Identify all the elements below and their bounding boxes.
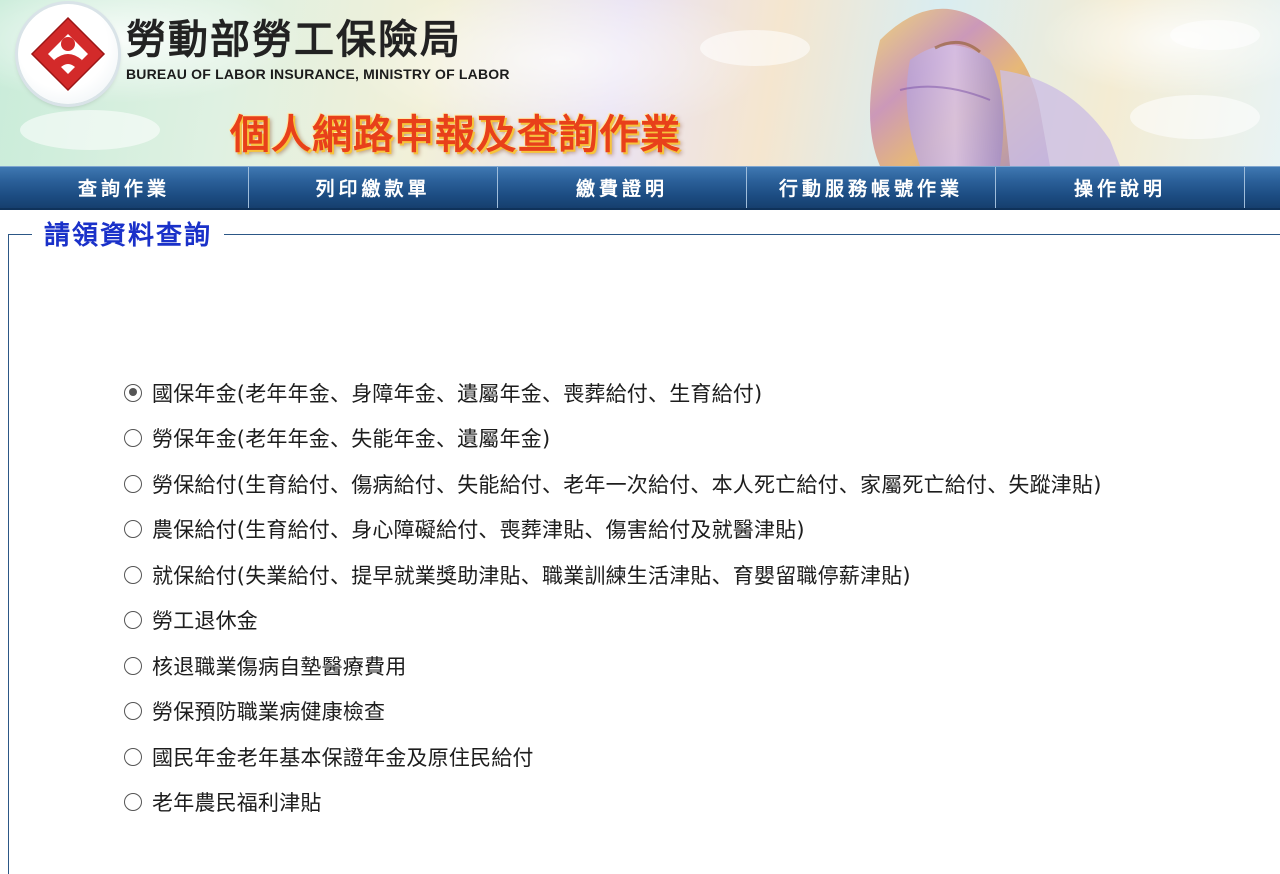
header-banner: 勞動部勞工保險局 BUREAU OF LABOR INSURANCE, MINI… (0, 0, 1280, 166)
nav-instructions[interactable]: 操作說明 (996, 167, 1245, 208)
radio-button[interactable] (124, 383, 142, 402)
agency-name-en: BUREAU OF LABOR INSURANCE, MINISTRY OF L… (126, 66, 510, 82)
option-labor-insurance-benefits[interactable]: 勞保給付(生育給付、傷病給付、失能給付、老年一次給付、本人死亡給付、家屬死亡給付… (124, 461, 1102, 507)
option-label: 勞工退休金 (152, 609, 258, 634)
option-national-pension[interactable]: 國保年金(老年年金、身障年金、遺屬年金、喪葬給付、生育給付) (124, 370, 1102, 416)
option-label: 勞保給付(生育給付、傷病給付、失能給付、老年一次給付、本人死亡給付、家屬死亡給付… (152, 472, 1102, 497)
option-label: 國保年金(老年年金、身障年金、遺屬年金、喪葬給付、生育給付) (152, 381, 763, 406)
option-employment-insurance-benefits[interactable]: 就保給付(失業給付、提早就業獎助津貼、職業訓練生活津貼、育嬰留職停薪津貼) (124, 552, 1102, 598)
cloud-decoration (700, 30, 810, 66)
radio-button[interactable] (124, 474, 142, 493)
option-label: 核退職業傷病自墊醫療費用 (152, 654, 407, 679)
cloud-decoration (1170, 20, 1260, 50)
option-label: 勞保預防職業病健康檢查 (152, 700, 386, 725)
option-label: 農保給付(生育給付、身心障礙給付、喪葬津貼、傷害給付及就醫津貼) (152, 518, 805, 543)
cloud-decoration (1130, 95, 1260, 139)
radio-button[interactable] (124, 702, 142, 721)
agency-name: 勞動部勞工保險局 (126, 16, 462, 63)
benefit-type-options: 國保年金(老年年金、身障年金、遺屬年金、喪葬給付、生育給付) 勞保年金(老年年金… (124, 370, 1102, 825)
farmer-photo-decoration (870, 8, 1120, 166)
radio-button[interactable] (124, 520, 142, 539)
option-occupational-health-check[interactable]: 勞保預防職業病健康檢查 (124, 689, 1102, 735)
system-title: 個人網路申報及查詢作業 (230, 111, 681, 158)
radio-button[interactable] (124, 747, 142, 766)
nav-print-bill[interactable]: 列印繳款單 (249, 167, 498, 208)
radio-button[interactable] (124, 656, 142, 675)
option-label: 老年農民福利津貼 (152, 791, 322, 816)
option-labor-pension-annuity[interactable]: 勞保年金(老年年金、失能年金、遺屬年金) (124, 416, 1102, 462)
nav-query[interactable]: 查詢作業 (0, 167, 249, 208)
radio-button[interactable] (124, 565, 142, 584)
radio-button[interactable] (124, 793, 142, 812)
bli-logo-icon[interactable] (18, 4, 118, 104)
main-nav: 查詢作業 列印繳款單 繳費證明 行動服務帳號作業 操作說明 (0, 166, 1280, 210)
option-farmer-insurance-benefits[interactable]: 農保給付(生育給付、身心障礙給付、喪葬津貼、傷害給付及就醫津貼) (124, 507, 1102, 553)
option-elderly-farmer-allowance[interactable]: 老年農民福利津貼 (124, 780, 1102, 826)
option-label: 就保給付(失業給付、提早就業獎助津貼、職業訓練生活津貼、育嬰留職停薪津貼) (152, 563, 911, 588)
radio-button[interactable] (124, 611, 142, 630)
nav-filler (1245, 167, 1280, 208)
nav-mobile-account[interactable]: 行動服務帳號作業 (747, 167, 996, 208)
option-basic-guarantee-pension[interactable]: 國民年金老年基本保證年金及原住民給付 (124, 734, 1102, 780)
cloud-decoration (20, 110, 160, 150)
option-label: 國民年金老年基本保證年金及原住民給付 (152, 745, 534, 770)
option-label: 勞保年金(老年年金、失能年金、遺屬年金) (152, 427, 551, 452)
radio-button[interactable] (124, 429, 142, 448)
option-labor-retirement[interactable]: 勞工退休金 (124, 598, 1102, 644)
panel-legend: 請領資料查詢 (32, 216, 225, 256)
option-occupational-medical-refund[interactable]: 核退職業傷病自墊醫療費用 (124, 643, 1102, 689)
nav-payment-proof[interactable]: 繳費證明 (498, 167, 747, 208)
